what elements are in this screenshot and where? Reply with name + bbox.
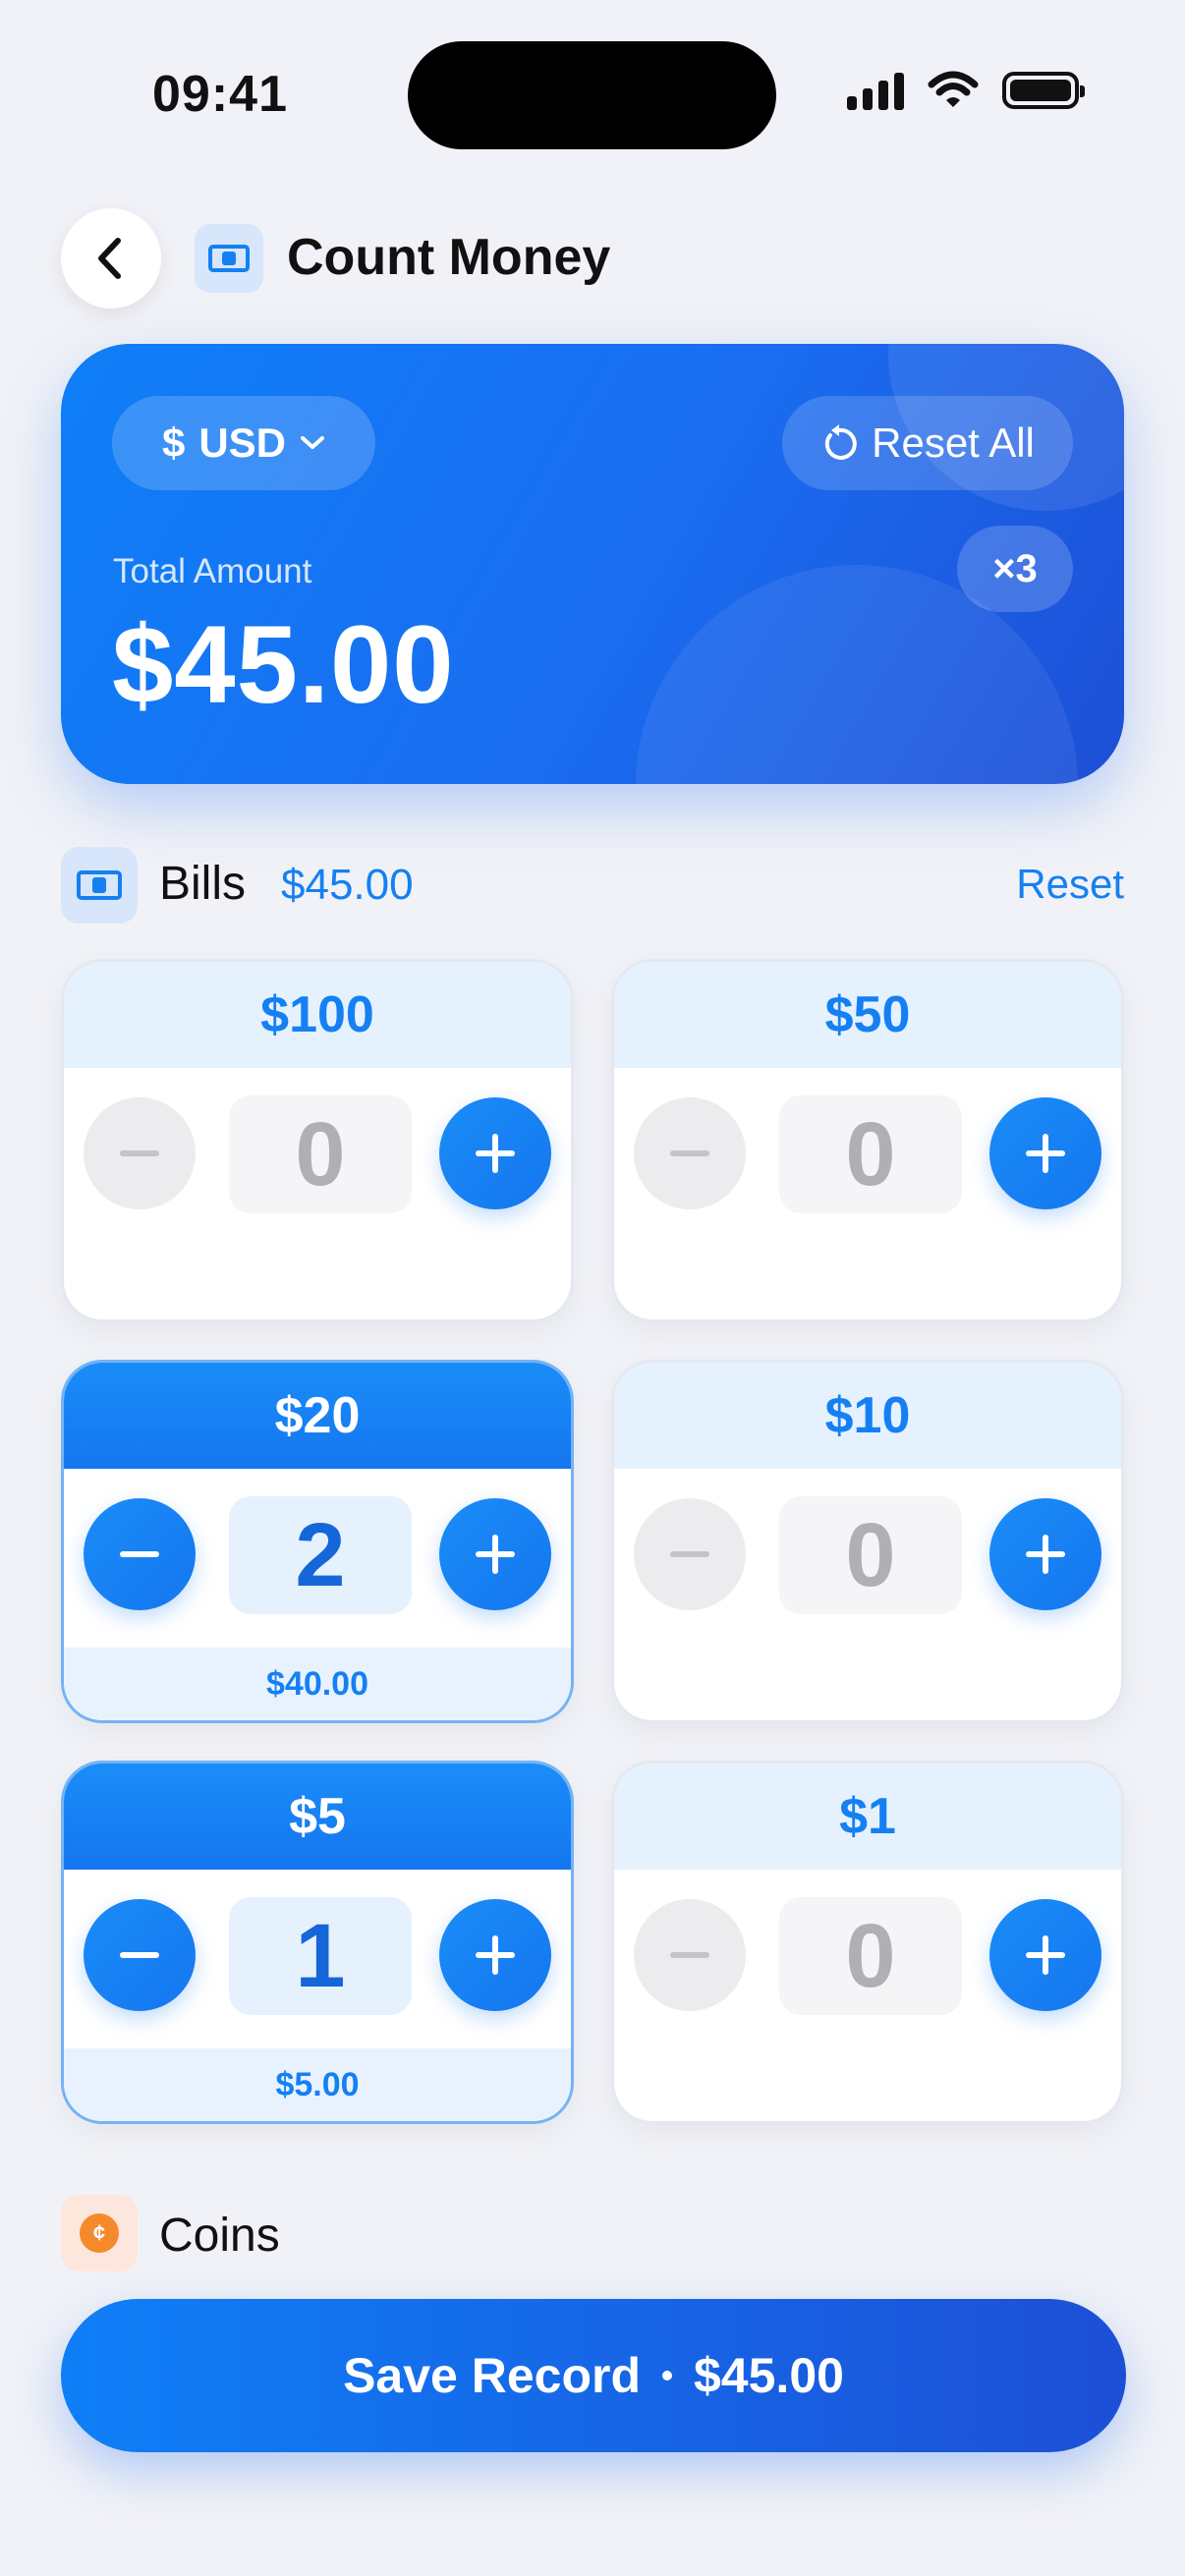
count-stepper: 0: [614, 1897, 1121, 2017]
count-stepper: 0: [64, 1095, 571, 1215]
minus-icon: [120, 1952, 159, 1958]
count-value[interactable]: 0: [779, 1897, 962, 2015]
currency-selector[interactable]: $ USD: [112, 396, 375, 490]
count-value[interactable]: 2: [229, 1496, 412, 1614]
page-title: Count Money: [287, 229, 611, 286]
increment-button[interactable]: [989, 1899, 1101, 2011]
decrement-button[interactable]: [84, 1899, 196, 2011]
bill-card-50: $50 0: [611, 959, 1124, 1322]
status-icons: [847, 71, 1085, 110]
count-value[interactable]: 1: [229, 1897, 412, 2015]
battery-icon: [1002, 72, 1085, 109]
count-value[interactable]: 0: [229, 1095, 412, 1213]
back-button[interactable]: [61, 208, 161, 308]
decrement-button[interactable]: [84, 1498, 196, 1610]
coin-icon: ¢: [80, 2213, 119, 2253]
save-label: Save Record: [343, 2348, 641, 2403]
count-stepper: 1: [64, 1897, 571, 2017]
increment-button[interactable]: [989, 1498, 1101, 1610]
denomination-label: $20: [64, 1363, 571, 1469]
total-label: Total Amount: [113, 552, 312, 590]
plus-icon: [1026, 1935, 1065, 1975]
denomination-label: $5: [64, 1764, 571, 1870]
chevron-left-icon: [98, 238, 121, 279]
decrement-button[interactable]: [84, 1097, 196, 1209]
increment-button[interactable]: [439, 1097, 551, 1209]
status-time: 09:41: [152, 66, 288, 123]
plus-icon: [476, 1134, 515, 1173]
bills-total: $45.00: [281, 861, 414, 909]
increment-button[interactable]: [439, 1498, 551, 1610]
bills-reset-button[interactable]: Reset: [1016, 861, 1124, 908]
total-value: $45.00: [112, 603, 455, 726]
denomination-label: $50: [614, 962, 1121, 1068]
count-stepper: 2: [64, 1496, 571, 1616]
minus-icon: [120, 1150, 159, 1156]
plus-icon: [1026, 1535, 1065, 1574]
bill-card-100: $100 0: [61, 959, 574, 1322]
minus-icon: [120, 1551, 159, 1557]
reset-all-label: Reset All: [872, 420, 1035, 466]
signal-icon: [847, 71, 904, 110]
multiplier-badge[interactable]: ×3: [957, 526, 1073, 612]
currency-code: USD: [198, 420, 287, 466]
total-card: $ USD Reset All Total Amount $45.00 ×3: [61, 344, 1124, 784]
bill-card-10: $10 0: [611, 1360, 1124, 1723]
plus-icon: [476, 1935, 515, 1975]
count-value[interactable]: 0: [779, 1095, 962, 1213]
dynamic-island: [408, 41, 776, 149]
denomination-label: $1: [614, 1764, 1121, 1870]
coins-icon: ¢: [61, 2195, 138, 2271]
bill-card-5: $5 1 $5.00: [61, 1761, 574, 2124]
currency-symbol: $: [161, 420, 186, 466]
count-value[interactable]: 0: [779, 1496, 962, 1614]
chevron-down-icon: [301, 436, 325, 449]
minus-icon: [670, 1551, 709, 1557]
bills-icon: [61, 847, 138, 924]
denomination-subtotal: $40.00: [64, 1648, 571, 1720]
count-stepper: 0: [614, 1496, 1121, 1616]
plus-icon: [476, 1535, 515, 1574]
minus-icon: [670, 1952, 709, 1958]
plus-icon: [1026, 1134, 1065, 1173]
bill-card-1: $1 0: [611, 1761, 1124, 2124]
bill-card-20: $20 2 $40.00: [61, 1360, 574, 1723]
increment-button[interactable]: [439, 1899, 551, 2011]
decrement-button[interactable]: [634, 1498, 746, 1610]
bills-title: Bills: [159, 858, 247, 910]
increment-button[interactable]: [989, 1097, 1101, 1209]
wifi-icon: [928, 71, 979, 107]
save-record-button[interactable]: Save Record $45.00: [61, 2299, 1126, 2452]
decrement-button[interactable]: [634, 1899, 746, 2011]
reset-all-button[interactable]: Reset All: [782, 396, 1073, 490]
count-stepper: 0: [614, 1095, 1121, 1215]
reset-icon: [824, 424, 857, 460]
minus-icon: [670, 1150, 709, 1156]
separator-dot: [662, 2371, 672, 2380]
count-money-screen: 09:41 Count Money $ USD Reset All Total …: [0, 0, 1185, 2576]
denomination-label: $10: [614, 1363, 1121, 1469]
coins-title: Coins: [159, 2210, 280, 2262]
banknote-icon: [195, 224, 263, 293]
denomination-subtotal: $5.00: [64, 2048, 571, 2121]
denomination-label: $100: [64, 962, 571, 1068]
save-amount: $45.00: [694, 2348, 844, 2403]
decrement-button[interactable]: [634, 1097, 746, 1209]
